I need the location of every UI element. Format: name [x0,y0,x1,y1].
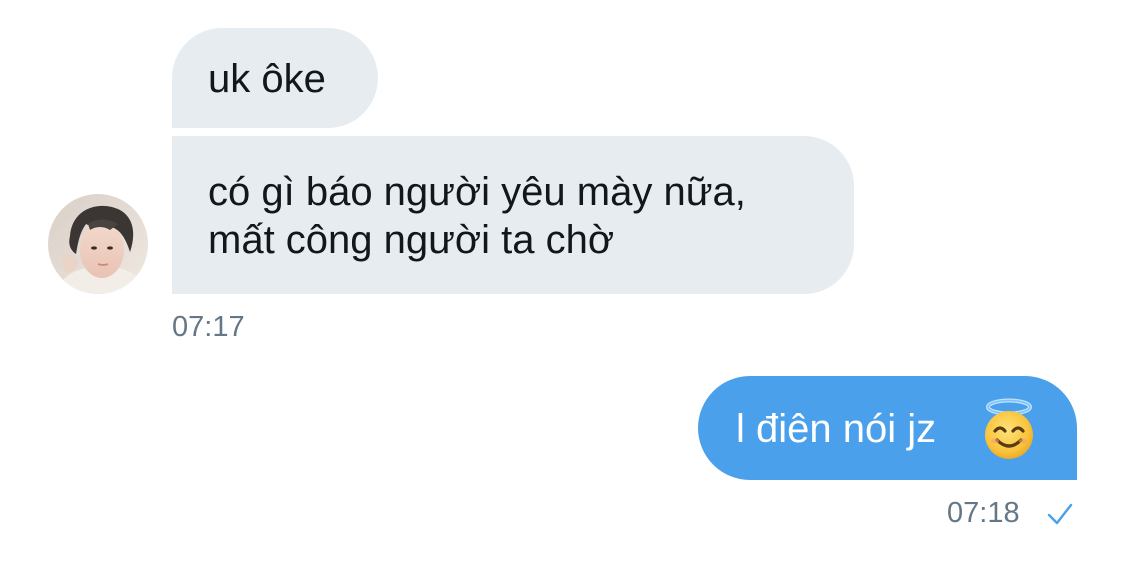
message-bubble-incoming[interactable]: có gì báo người yêu mày nữa, mất công ng… [172,136,854,294]
message-text: l điên nói jz [736,407,937,451]
smiling-face-with-halo-icon [980,398,1038,460]
message-text-line: mất công người ta chờ [208,218,615,262]
avatar-photo [48,194,148,294]
message-text: uk ôke [208,57,326,101]
message-timestamp: 07:17 [172,311,245,343]
message-timestamp: 07:18 [947,497,1020,529]
message-bubble-outgoing[interactable]: l điên nói jz [698,376,1077,480]
check-icon [1046,501,1074,527]
message-bubble-incoming[interactable]: uk ôke [172,28,378,128]
avatar[interactable] [48,194,148,294]
message-text-line: có gì báo người yêu mày nữa, [208,170,746,214]
